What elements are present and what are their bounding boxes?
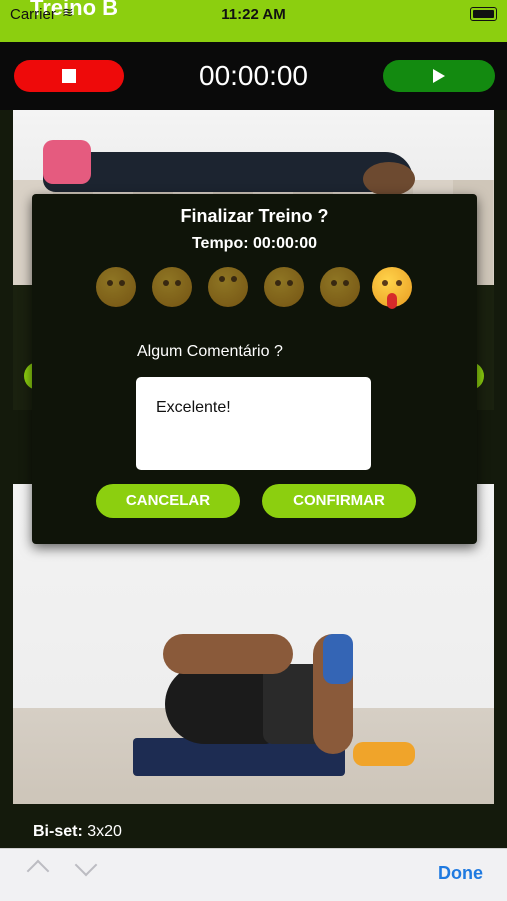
- neutral-face-icon[interactable]: [96, 267, 136, 307]
- chevron-down-icon[interactable]: [74, 853, 98, 877]
- clock: 11:22 AM: [221, 6, 286, 23]
- cancel-button[interactable]: CANCELAR: [96, 484, 240, 518]
- rolling-eyes-face-icon[interactable]: [208, 267, 248, 307]
- timer-bar: 00:00:00: [0, 42, 507, 110]
- biset-label: Bi-set:: [33, 823, 83, 840]
- thinking-face-icon[interactable]: [152, 267, 192, 307]
- sleepy-face-icon[interactable]: [320, 267, 360, 307]
- keyboard-toolbar: Done: [0, 848, 507, 901]
- status-bar: Treino B Carrier ≋ 11:22 AM: [0, 0, 507, 42]
- rating-emojis: [96, 267, 416, 311]
- play-button[interactable]: [383, 60, 495, 92]
- exhausted-face-tongue-icon[interactable]: [372, 267, 412, 309]
- dialog-tempo: Tempo: 00:00:00: [191, 235, 318, 252]
- chevron-up-icon[interactable]: [26, 859, 50, 883]
- hushed-face-icon[interactable]: [264, 267, 304, 307]
- done-button[interactable]: Done: [438, 863, 483, 884]
- finish-workout-dialog: Finalizar Treino ? Tempo: 00:00:00 Algum…: [32, 194, 477, 544]
- comment-prompt: Algum Comentário ?: [137, 343, 283, 360]
- play-icon: [433, 69, 445, 83]
- biset-info: Bi-set: 3x20: [33, 823, 122, 841]
- comment-input[interactable]: Excelente!: [136, 377, 371, 470]
- dialog-title: Finalizar Treino ?: [180, 206, 329, 226]
- biset-value: 3x20: [87, 823, 122, 840]
- confirm-button[interactable]: CONFIRMAR: [262, 484, 416, 518]
- battery-icon: [470, 7, 497, 21]
